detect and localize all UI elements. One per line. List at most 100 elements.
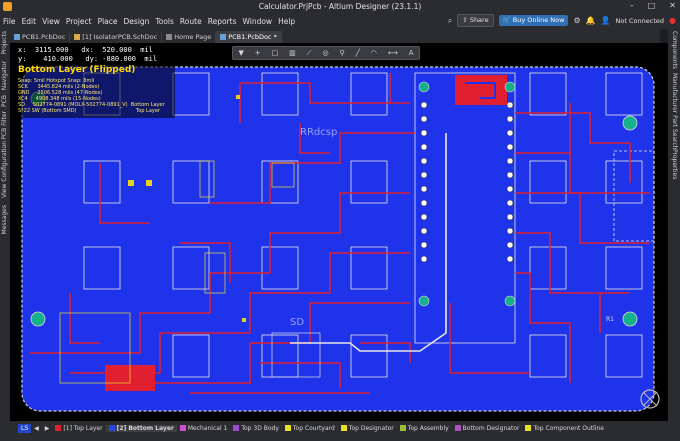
copper-region [455,75,507,105]
layer-label: Top Designator [348,424,394,432]
layer-swatch [179,425,186,431]
share-button[interactable]: ⇧ Share [457,14,494,27]
connection-status[interactable]: Not Connected [616,17,664,25]
tab-label: [1] IsolatorPCB.SchDoc [82,33,158,41]
route-icon[interactable]: ⟋ [307,49,312,58]
tab-label: PCB1.PcbDoc [22,33,66,41]
layer-tab-bar: LS ◀ ▶ [1] Top Layer [2] Bottom Layer Me… [0,421,680,435]
layer-tab-top-outline[interactable]: Top Component Outline [522,425,606,432]
minimize-icon[interactable]: – [630,1,634,10]
layer-tab-top-designator[interactable]: Top Designator [338,425,397,432]
tab-pcb1-modified[interactable]: PCB1.PcbDoc * [216,31,282,43]
hud-y-readout: y: 410.000 dy: -880.000 mil [18,55,158,63]
close-icon[interactable]: ✕ [669,1,676,10]
tab-home-page[interactable]: Home Page [162,31,217,43]
scroll-left-icon[interactable]: ◀ [31,425,42,432]
menu-project[interactable]: Project [63,17,95,26]
menu-route[interactable]: Route [177,17,205,26]
bell-icon[interactable]: 🔔 [586,16,596,25]
mounting-hole [622,115,638,131]
layer-label: [2] Bottom Layer [116,424,174,432]
menu-bar: File Edit View Project Place Design Tool… [0,13,680,29]
text-icon[interactable]: A [409,49,414,57]
pin-icon[interactable]: ⚲ [340,49,345,57]
scroll-right-icon[interactable]: ▶ [42,425,53,432]
layer-tab-top-assembly[interactable]: Top Assembly [397,425,452,432]
hud-x-readout: x: 3115.000 dx: 520.000 mil [18,46,153,54]
via-icon[interactable]: ◎ [322,49,328,57]
layer-tab-bottom-designator[interactable]: Bottom Designator [452,425,523,432]
hud-component-sw: S*22 SW (Bottom SMD) [18,108,77,114]
chart-icon[interactable]: ▥ [289,49,296,57]
menu-place[interactable]: Place [95,17,121,26]
panel-tab-messages[interactable]: Messages [1,205,8,234]
layer-label: [1] Top Layer [63,424,103,432]
panel-tab-properties[interactable]: Properties [671,149,678,179]
panel-tab-manufacturer-search[interactable]: Manufacturer Part Search [671,73,678,149]
buy-online-button[interactable]: 🛒 Buy Online Now [498,15,569,26]
menu-view[interactable]: View [39,17,63,26]
line-icon[interactable]: ╱ [356,49,360,57]
layer-label: Top 3D Body [241,424,279,432]
board-outline [21,66,655,412]
heads-up-display: x: 3115.000 dx: 520.000 mil y: 410.000 d… [10,43,175,118]
menu-help[interactable]: Help [275,17,298,26]
buy-label: Buy Online Now [512,16,565,24]
rect-icon[interactable]: □ [272,49,279,57]
layer-tab-mechanical1[interactable]: Mechanical 1 [177,425,230,432]
layer-set-button[interactable]: LS [18,423,32,433]
layer-tab-top-courtyard[interactable]: Top Courtyard [282,425,338,432]
tab-isolator-sch[interactable]: [1] IsolatorPCB.SchDoc [70,31,163,43]
right-panel-strip: Components Manufacturer Part Search Prop… [668,29,680,421]
home-icon [166,34,173,40]
menu-file[interactable]: File [0,17,19,26]
layer-swatch [55,425,62,431]
layer-label: Top Assembly [407,424,449,432]
arc-icon[interactable]: ◠ [371,49,377,57]
search-icon[interactable]: ⌕ [448,16,452,26]
mounting-hole [30,311,46,327]
panel-tab-navigator[interactable]: Navigator [1,61,8,90]
layer-tab-top[interactable]: [1] Top Layer [52,425,105,432]
layer-swatch [340,425,347,431]
window-title: Calculator.PrjPcb - Altium Designer (23.… [258,2,422,11]
layer-label: Top Component Outline [533,424,604,432]
menu-right-area: ⌕ ⇧ Share 🛒 Buy Online Now ⚙ 🔔 👤 Not Con… [448,14,676,27]
layer-swatch [284,425,291,431]
menu-edit[interactable]: Edit [19,17,40,26]
menu-reports[interactable]: Reports [205,17,240,26]
filter-icon[interactable]: ▼ [238,49,243,57]
tab-pcb1[interactable]: PCB1.PcbDoc [10,31,71,43]
left-panel-strip: Projects Navigator PCB PCB Filter View C… [0,29,10,421]
board-label-r1: R1 [606,316,614,323]
hud-layer-name: Bottom Layer (Flipped) [18,65,136,75]
account-icon[interactable]: ● [669,16,676,25]
add-icon[interactable]: + [255,49,261,57]
window-controls: – □ ✕ [630,1,676,10]
layer-swatch [525,425,532,431]
layer-tab-bottom[interactable]: [2] Bottom Layer [105,424,177,432]
document-tab-bar: PCB1.PcbDoc [1] IsolatorPCB.SchDoc Home … [10,29,660,43]
menu-tools[interactable]: Tools [152,17,176,26]
menu-design[interactable]: Design [121,17,153,26]
layer-swatch [108,425,115,431]
status-bar [0,435,680,441]
gear-icon[interactable]: ⚙ [573,16,580,25]
panel-tab-pcb-filter[interactable]: PCB Filter [1,111,8,140]
tab-label: PCB1.PcbDoc * [228,33,277,41]
panel-tab-view-config[interactable]: View Configuration [1,141,8,198]
title-bar: Calculator.PrjPcb - Altium Designer (23.… [0,0,680,13]
active-bar-toolbar: ▼ + □ ▥ ⟋ ◎ ⚲ ╱ ◠ ⟷ A [232,46,420,60]
pcb-doc-icon [14,34,20,40]
measure-icon[interactable]: ⟷ [388,49,398,57]
user-icon[interactable]: 👤 [601,16,611,25]
layer-tab-top-3d-body[interactable]: Top 3D Body [230,425,282,432]
panel-tab-pcb[interactable]: PCB [1,95,8,107]
tab-label: Home Page [174,33,212,41]
board-label-rrdcsp: RRdcsp [300,127,337,138]
maximize-icon[interactable]: □ [648,1,656,10]
panel-tab-projects[interactable]: Projects [1,31,8,55]
panel-tab-components[interactable]: Components [671,31,678,69]
sch-doc-icon [74,34,81,40]
menu-window[interactable]: Window [239,17,275,26]
